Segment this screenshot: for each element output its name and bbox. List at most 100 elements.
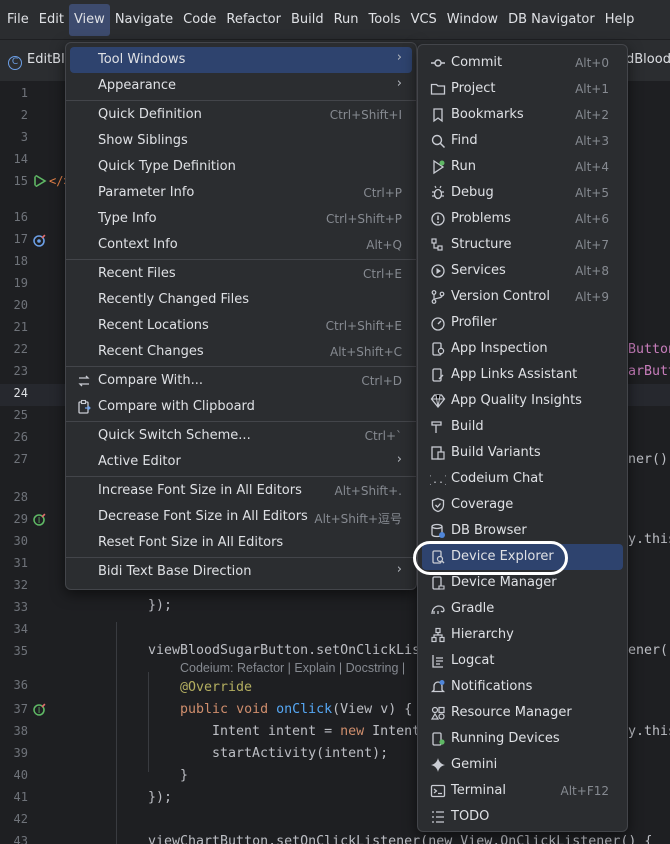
view-menu-item-tool-windows[interactable]: Tool Windows › (70, 47, 412, 73)
menu-navigate[interactable]: Navigate (110, 0, 178, 40)
menu-edit[interactable]: Edit (34, 0, 69, 40)
tool-window-item-structure[interactable]: Structure Alt+7 (422, 232, 623, 258)
view-menu-item-context-info[interactable]: Context Info Alt+Q (70, 232, 412, 258)
view-menu-item-label: Recent Locations (98, 318, 209, 333)
view-menu-item-recent-locations[interactable]: Recent Locations Ctrl+Shift+E (70, 313, 412, 339)
tool-window-item-terminal[interactable]: Terminal Alt+F12 (422, 778, 623, 804)
menu-run[interactable]: Run (329, 0, 364, 40)
chevron-right-icon: › (396, 452, 402, 467)
tool-window-item-app-links-assistant[interactable]: App Links Assistant (422, 362, 623, 388)
menu-view[interactable]: View (68, 3, 110, 36)
view-menu-item-recent-changes[interactable]: Recent Changes Alt+Shift+C (70, 339, 412, 365)
tool-window-item-label: Commit (451, 55, 503, 70)
menu-file[interactable]: File (2, 0, 34, 40)
view-menu-item-quick-definition[interactable]: Quick Definition Ctrl+Shift+I (70, 102, 412, 128)
menu-window[interactable]: Window (442, 0, 503, 40)
tool-window-item-app-quality-insights[interactable]: App Quality Insights (422, 388, 623, 414)
menu-vcs[interactable]: VCS (406, 0, 442, 40)
view-menu-item-recently-changed-files[interactable]: Recently Changed Files (70, 287, 412, 313)
view-menu-item-compare-with[interactable]: Compare With... Ctrl+D (70, 368, 412, 394)
code-fragment: ner() (628, 452, 669, 467)
implements-gutter-icon[interactable]: I (33, 702, 47, 716)
tool-window-item-build[interactable]: Build (422, 414, 623, 440)
shortcut-label: Ctrl+Shift+P (326, 212, 402, 226)
tool-window-item-run[interactable]: Run Alt+4 (422, 154, 623, 180)
tool-window-item-gradle[interactable]: Gradle (422, 596, 623, 622)
menu-tools[interactable]: Tools (364, 0, 406, 40)
view-menu-item-quick-switch-scheme[interactable]: Quick Switch Scheme... Ctrl+` (70, 423, 412, 449)
view-menu-item-increase-font-size-in-all-editors[interactable]: Increase Font Size in All Editors Alt+Shi… (70, 478, 412, 504)
tool-window-item-label: Build (451, 419, 484, 434)
codeium-inline-hint[interactable]: Codeium: Refactor | Explain | Docstring … (180, 661, 405, 675)
shield-icon (430, 497, 446, 513)
tool-window-item-notifications[interactable]: Notifications (422, 674, 623, 700)
tool-window-item-running-devices[interactable]: Running Devices (422, 726, 623, 752)
tool-window-item-device-manager[interactable]: Device Manager (422, 570, 623, 596)
tool-window-item-label: DB Browser (451, 523, 527, 538)
view-menu-item-active-editor[interactable]: Active Editor › (70, 449, 412, 475)
tool-window-item-db-browser[interactable]: DB Browser (422, 518, 623, 544)
view-menu-item-appearance[interactable]: Appearance › (70, 73, 412, 99)
line-number: 17 (13, 232, 28, 246)
tool-window-item-device-explorer[interactable]: Device Explorer (422, 544, 623, 570)
view-menu-item-type-info[interactable]: Type Info Ctrl+Shift+P (70, 206, 412, 232)
view-menu-item-reset-font-size-in-all-editors[interactable]: Reset Font Size in All Editors (70, 530, 412, 556)
tool-window-item-profiler[interactable]: Profiler (422, 310, 623, 336)
run-gutter-icon[interactable] (33, 174, 47, 188)
tool-window-item-services[interactable]: Services Alt+8 (422, 258, 623, 284)
view-menu-item-label: Bidi Text Base Direction (98, 564, 252, 579)
code-fragment: y.this (628, 532, 670, 547)
indent-guide (148, 672, 149, 772)
tool-window-item-resource-manager[interactable]: Resource Manager (422, 700, 623, 726)
tool-window-item-debug[interactable]: Debug Alt+5 (422, 180, 623, 206)
bell-icon (430, 679, 446, 695)
view-menu-item-label: Show Siblings (98, 133, 188, 148)
menu-build[interactable]: Build (286, 0, 329, 40)
tool-window-item-problems[interactable]: Problems Alt+6 (422, 206, 623, 232)
view-menu-item-recent-files[interactable]: Recent Files Ctrl+E (70, 261, 412, 287)
shortcut-label: Alt+7 (575, 238, 609, 252)
tool-window-item-codeium-chat[interactable]: {..} Codeium Chat (422, 466, 623, 492)
tool-window-item-app-inspection[interactable]: App Inspection (422, 336, 623, 362)
tool-window-item-todo[interactable]: TODO (422, 804, 623, 830)
inspection-icon (430, 341, 446, 357)
tool-window-item-project[interactable]: Project Alt+1 (422, 76, 623, 102)
tool-window-item-label: Terminal (451, 783, 506, 798)
line-number: 39 (13, 746, 28, 760)
tool-window-item-build-variants[interactable]: Build Variants (422, 440, 623, 466)
tool-window-item-gemini[interactable]: Gemini (422, 752, 623, 778)
line-number: 19 (13, 276, 28, 290)
code-token: Intent intent = (212, 724, 341, 739)
view-menu-item-bidi-text-base-direction[interactable]: Bidi Text Base Direction › (70, 559, 412, 585)
tool-window-item-bookmarks[interactable]: Bookmarks Alt+2 (422, 102, 623, 128)
view-menu-item-label: Compare With... (98, 373, 204, 388)
view-menu-item-show-siblings[interactable]: Show Siblings (70, 128, 412, 154)
editor-tab-left[interactable]: C EditBlo (8, 52, 73, 70)
code-token: void (236, 702, 269, 717)
tool-window-item-label: Find (451, 133, 478, 148)
menu-db-navigator[interactable]: DB Navigator (503, 0, 600, 40)
line-number: 18 (13, 254, 28, 268)
tool-window-item-coverage[interactable]: Coverage (422, 492, 623, 518)
tool-window-item-hierarchy[interactable]: Hierarchy (422, 622, 623, 648)
implements-gutter-icon[interactable]: I (33, 512, 47, 526)
menu-help[interactable]: Help (600, 0, 640, 40)
resource-icon (430, 705, 446, 721)
view-menu-item-compare-with-clipboard[interactable]: Compare with Clipboard (70, 394, 412, 420)
view-menu-item-decrease-font-size-in-all-editors[interactable]: Decrease Font Size in All Editors Alt+Shi… (70, 504, 412, 530)
menu-refactor[interactable]: Refactor (221, 0, 286, 40)
line-number: 16 (13, 210, 28, 224)
view-menu-item-parameter-info[interactable]: Parameter Info Ctrl+P (70, 180, 412, 206)
tool-window-item-version-control[interactable]: Version Control Alt+9 (422, 284, 623, 310)
tool-window-item-find[interactable]: Find Alt+3 (422, 128, 623, 154)
gemini-icon (430, 757, 446, 773)
view-menu-item-quick-type-definition[interactable]: Quick Type Definition (70, 154, 412, 180)
tool-window-item-logcat[interactable]: Logcat (422, 648, 623, 674)
editor-tab-right-label[interactable]: dBlood (626, 52, 670, 67)
tool-window-item-label: Services (451, 263, 506, 278)
database-icon (430, 523, 446, 539)
menu-code[interactable]: Code (178, 0, 221, 40)
override-gutter-icon[interactable] (33, 233, 47, 247)
tool-window-item-commit[interactable]: Commit Alt+0 (422, 50, 623, 76)
line-number: 15 (13, 174, 28, 188)
